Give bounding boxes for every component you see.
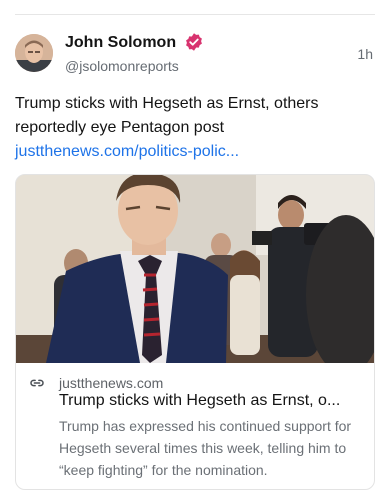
card-description: Trump has expressed his continued suppor… [59, 418, 352, 478]
post[interactable]: John Solomon @jsolomonreports 1h Trump s… [15, 32, 375, 160]
card-title[interactable]: Trump sticks with Hegseth as Ernst, o... [59, 391, 363, 411]
card-image [16, 175, 374, 363]
post-header: John Solomon @jsolomonreports 1h [15, 32, 375, 80]
card-meta: justthenews.com Trump sticks with Hegset… [16, 373, 374, 478]
author-name[interactable]: John Solomon [65, 34, 176, 52]
post-body: Trump sticks with Hegseth as Ernst, othe… [15, 92, 375, 164]
author-handle[interactable]: @jsolomonreports [65, 58, 179, 74]
avatar[interactable] [15, 34, 53, 72]
link-icon [30, 379, 44, 387]
card-domain: justthenews.com [59, 375, 164, 391]
link-preview-card[interactable]: justthenews.com Trump sticks with Hegset… [15, 174, 375, 490]
top-divider [15, 14, 375, 15]
avatar-image [15, 34, 53, 72]
verified-badge-icon [186, 33, 202, 51]
post-text: Trump sticks with Hegseth as Ernst, othe… [15, 95, 319, 136]
post-time: 1h [357, 46, 373, 62]
card-domain-row: justthenews.com [16, 373, 374, 391]
post-link[interactable]: justthenews.com/politics-polic... [15, 140, 375, 164]
